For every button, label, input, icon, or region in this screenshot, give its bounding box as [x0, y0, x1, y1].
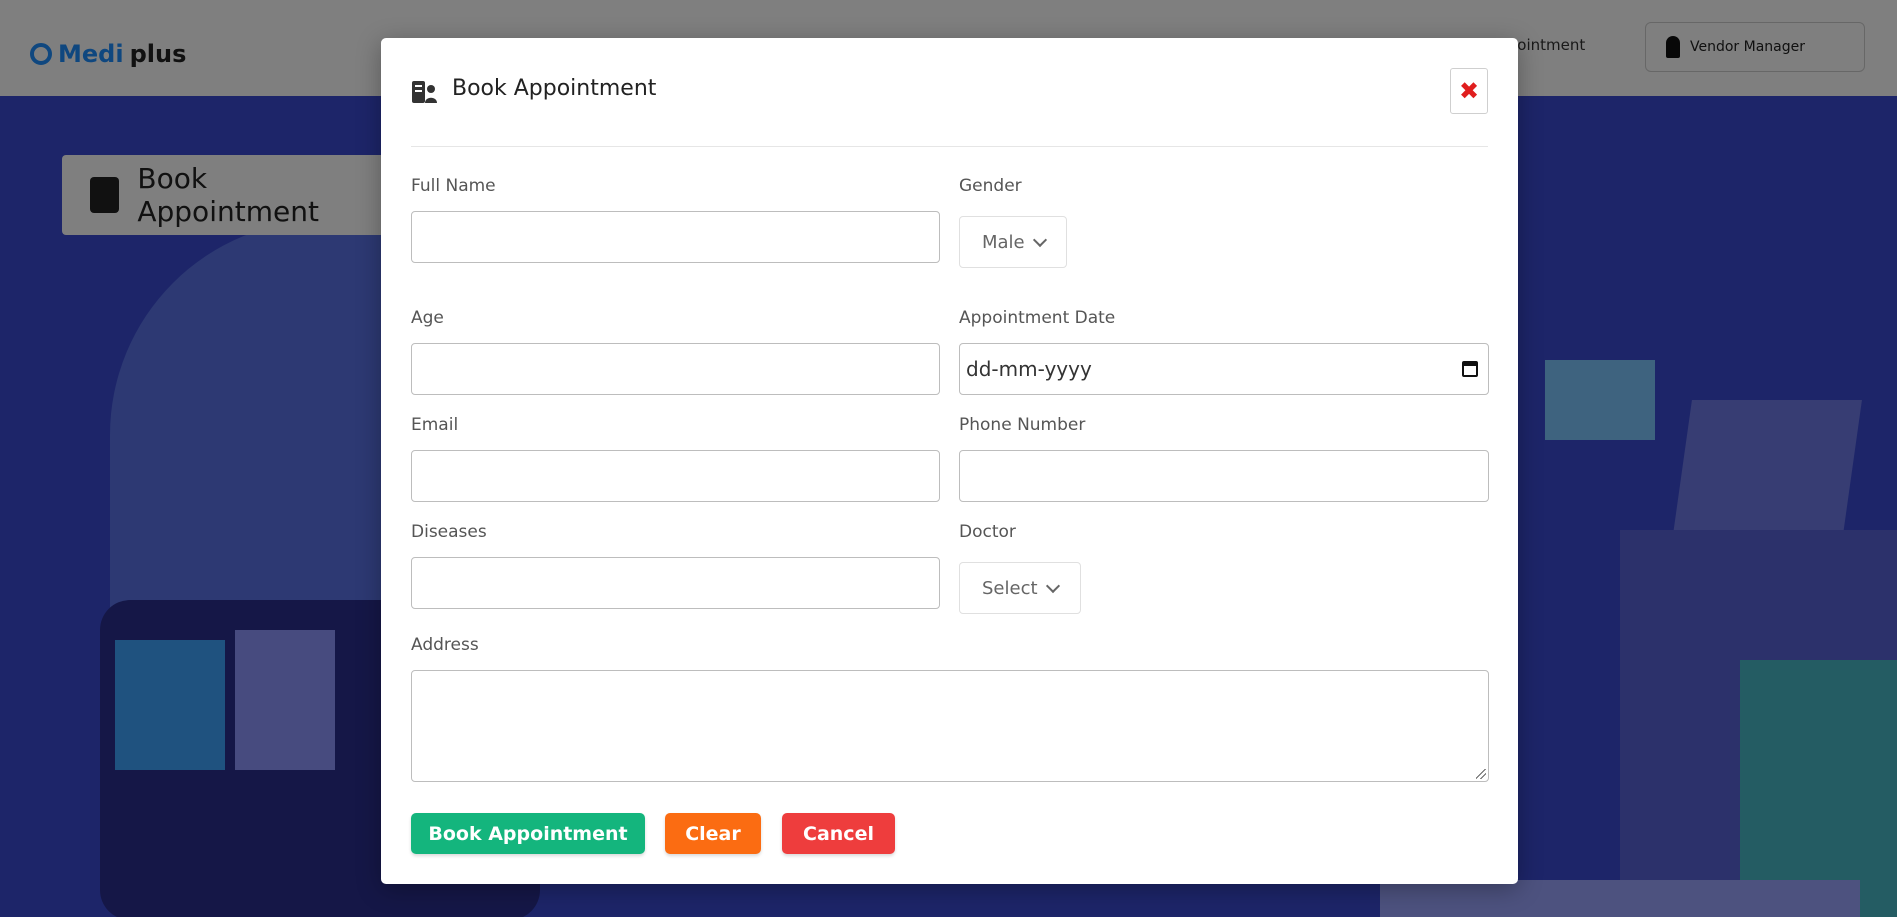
calendar-icon[interactable]	[1462, 361, 1478, 377]
address-textarea[interactable]	[411, 670, 1489, 782]
cancel-button[interactable]: Cancel	[782, 813, 895, 854]
book-appointment-modal: Book Appointment ✖ Full Name Gender Male…	[381, 38, 1518, 884]
gender-label: Gender	[959, 176, 1022, 196]
close-button[interactable]: ✖	[1450, 68, 1488, 114]
age-label: Age	[411, 308, 444, 328]
modal-header: Book Appointment ✖	[411, 38, 1488, 147]
diseases-label: Diseases	[411, 522, 487, 542]
close-icon: ✖	[1458, 77, 1480, 105]
full-name-label: Full Name	[411, 176, 496, 196]
address-label: Address	[411, 635, 479, 655]
gender-selected-value: Male	[982, 231, 1025, 253]
doctor-clipboard-icon	[412, 81, 437, 103]
appointment-date-label: Appointment Date	[959, 308, 1116, 328]
age-input[interactable]	[411, 343, 940, 395]
email-label: Email	[411, 415, 459, 435]
address-field-wrapper	[411, 670, 1489, 782]
modal-title: Book Appointment	[452, 76, 657, 101]
phone-number-label: Phone Number	[959, 415, 1086, 435]
full-name-input[interactable]	[411, 211, 940, 263]
book-appointment-button[interactable]: Book Appointment	[411, 813, 645, 854]
doctor-label: Doctor	[959, 522, 1016, 542]
phone-number-input[interactable]	[959, 450, 1489, 502]
chevron-down-icon	[1045, 578, 1060, 593]
email-input[interactable]	[411, 450, 940, 502]
resize-handle-icon[interactable]	[1476, 769, 1486, 779]
diseases-input[interactable]	[411, 557, 940, 609]
gender-select[interactable]: Male	[959, 216, 1067, 268]
appointment-date-placeholder: dd-mm-yyyy	[966, 357, 1092, 381]
appointment-date-input[interactable]: dd-mm-yyyy	[959, 343, 1489, 395]
doctor-selected-value: Select	[982, 577, 1038, 599]
clear-button[interactable]: Clear	[665, 813, 761, 854]
chevron-down-icon	[1032, 232, 1047, 247]
doctor-select[interactable]: Select	[959, 562, 1081, 614]
